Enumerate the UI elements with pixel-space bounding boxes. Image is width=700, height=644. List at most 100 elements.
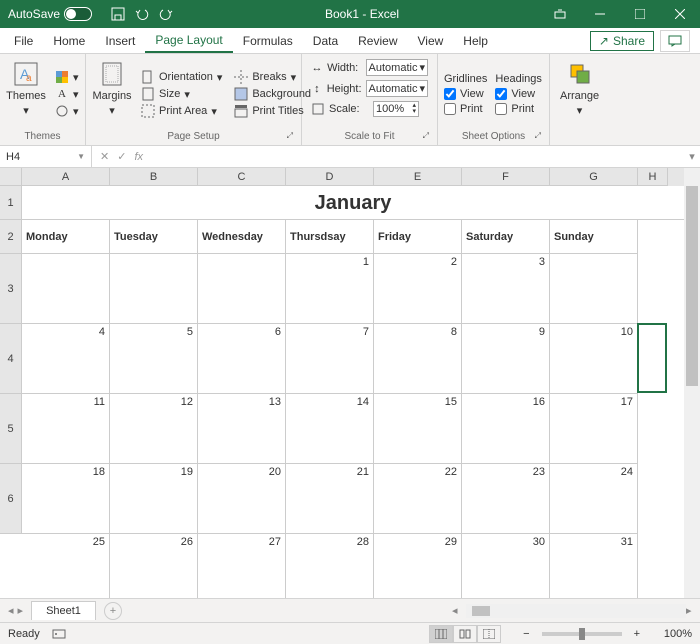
normal-view-icon[interactable] bbox=[429, 625, 453, 643]
calendar-cell[interactable] bbox=[110, 254, 198, 324]
orientation-button[interactable]: Orientation ▾ bbox=[138, 69, 225, 85]
tab-review[interactable]: Review bbox=[348, 30, 407, 52]
dialog-launcher-icon[interactable]: ⤢ bbox=[287, 131, 293, 141]
sheet-next-icon[interactable]: ▸ bbox=[18, 604, 24, 617]
row-header[interactable]: 3 bbox=[0, 254, 22, 324]
autosave-toggle[interactable]: AutoSave bbox=[0, 7, 100, 21]
margins-button[interactable]: Margins▾ bbox=[92, 58, 132, 130]
calendar-cell[interactable]: 1 bbox=[286, 254, 374, 324]
calendar-cell[interactable]: 8 bbox=[374, 324, 462, 394]
calendar-cell[interactable]: 18 bbox=[22, 464, 110, 534]
calendar-cell[interactable]: 17 bbox=[550, 394, 638, 464]
tab-formulas[interactable]: Formulas bbox=[233, 30, 303, 52]
calendar-cell[interactable]: 7 bbox=[286, 324, 374, 394]
row-header[interactable]: 1 bbox=[0, 186, 22, 220]
scrollbar-thumb[interactable] bbox=[686, 186, 698, 386]
hscroll-left-icon[interactable]: ◂ bbox=[452, 604, 466, 617]
calendar-cell[interactable]: 31 bbox=[550, 534, 638, 598]
column-headers[interactable]: ABCDEFGH bbox=[22, 168, 684, 186]
calendar-cell[interactable]: 24 bbox=[550, 464, 638, 534]
enter-icon[interactable]: ✓ bbox=[117, 150, 126, 163]
cancel-icon[interactable]: ✕ bbox=[100, 150, 109, 163]
print-area-button[interactable]: Print Area ▾ bbox=[138, 103, 225, 119]
gridlines-view-check[interactable]: View bbox=[444, 88, 487, 100]
redo-icon[interactable] bbox=[158, 6, 174, 22]
spreadsheet-grid[interactable]: ABCDEFGH 123456 January MondayTuesdayWed… bbox=[0, 168, 700, 598]
column-header[interactable]: H bbox=[638, 168, 668, 186]
calendar-cell[interactable]: 5 bbox=[110, 324, 198, 394]
calendar-cell[interactable]: 11 bbox=[22, 394, 110, 464]
themes-button[interactable]: Aa Themes ▾ bbox=[6, 58, 46, 130]
row-header[interactable]: 6 bbox=[0, 464, 22, 534]
calendar-cell[interactable]: 23 bbox=[462, 464, 550, 534]
undo-icon[interactable] bbox=[134, 6, 150, 22]
row-header[interactable]: 5 bbox=[0, 394, 22, 464]
hscroll-right-icon[interactable]: ▸ bbox=[686, 604, 700, 617]
column-header[interactable]: E bbox=[374, 168, 462, 186]
select-all-corner[interactable] bbox=[0, 168, 22, 186]
zoom-level[interactable]: 100% bbox=[652, 628, 692, 640]
gridlines-print-check[interactable]: Print bbox=[444, 103, 487, 115]
colors-button[interactable]: ▾ bbox=[52, 69, 82, 85]
arrange-button[interactable]: Arrange▾ bbox=[556, 58, 603, 141]
calendar-cell[interactable]: 25 bbox=[22, 534, 110, 598]
column-header[interactable]: G bbox=[550, 168, 638, 186]
scrollbar-thumb[interactable] bbox=[472, 606, 490, 616]
calendar-cell[interactable] bbox=[22, 254, 110, 324]
tab-page-layout[interactable]: Page Layout bbox=[145, 29, 232, 53]
macro-record-icon[interactable] bbox=[52, 627, 66, 641]
fx-icon[interactable]: fx bbox=[134, 151, 143, 163]
maximize-icon[interactable] bbox=[620, 0, 660, 28]
tab-help[interactable]: Help bbox=[453, 30, 498, 52]
sheet-tab[interactable]: Sheet1 bbox=[31, 601, 96, 620]
ribbon-display-icon[interactable] bbox=[540, 0, 580, 28]
width-combo[interactable]: Automatic ▾ bbox=[366, 59, 428, 76]
row-headers[interactable]: 123456 bbox=[0, 186, 22, 534]
column-header[interactable]: A bbox=[22, 168, 110, 186]
row-header[interactable]: 4 bbox=[0, 324, 22, 394]
name-box[interactable]: H4▼ bbox=[0, 146, 92, 167]
calendar-cell[interactable]: 21 bbox=[286, 464, 374, 534]
page-break-view-icon[interactable] bbox=[477, 625, 501, 643]
calendar-cell[interactable]: 2 bbox=[374, 254, 462, 324]
tab-view[interactable]: View bbox=[408, 30, 454, 52]
calendar-cell[interactable]: 12 bbox=[110, 394, 198, 464]
calendar-cell[interactable]: 19 bbox=[110, 464, 198, 534]
fonts-button[interactable]: A▾ bbox=[52, 86, 82, 102]
calendar-cell[interactable]: 13 bbox=[198, 394, 286, 464]
share-button[interactable]: ↗ Share bbox=[590, 31, 654, 51]
calendar-cell[interactable]: 22 bbox=[374, 464, 462, 534]
add-sheet-button[interactable]: + bbox=[104, 602, 122, 620]
page-layout-view-icon[interactable] bbox=[453, 625, 477, 643]
column-header[interactable]: F bbox=[462, 168, 550, 186]
tab-data[interactable]: Data bbox=[303, 30, 348, 52]
calendar-cell[interactable]: 16 bbox=[462, 394, 550, 464]
scale-spinner[interactable]: 100%▴▾ bbox=[373, 101, 419, 117]
save-icon[interactable] bbox=[110, 6, 126, 22]
column-header[interactable]: B bbox=[110, 168, 198, 186]
height-combo[interactable]: Automatic ▾ bbox=[366, 80, 428, 97]
tab-insert[interactable]: Insert bbox=[95, 30, 145, 52]
row-header[interactable]: 2 bbox=[0, 220, 22, 254]
zoom-slider[interactable] bbox=[542, 632, 622, 636]
column-header[interactable]: C bbox=[198, 168, 286, 186]
headings-view-check[interactable]: View bbox=[495, 88, 541, 100]
dialog-launcher-icon[interactable]: ⤢ bbox=[535, 131, 541, 141]
zoom-in-icon[interactable]: + bbox=[634, 628, 640, 640]
calendar-cell[interactable]: 28 bbox=[286, 534, 374, 598]
calendar-cell[interactable]: 29 bbox=[374, 534, 462, 598]
calendar-cell[interactable]: 15 bbox=[374, 394, 462, 464]
zoom-thumb[interactable] bbox=[579, 628, 585, 640]
calendar-cell[interactable]: 26 bbox=[110, 534, 198, 598]
calendar-cell[interactable]: 3 bbox=[462, 254, 550, 324]
calendar-cell[interactable]: 14 bbox=[286, 394, 374, 464]
close-icon[interactable] bbox=[660, 0, 700, 28]
zoom-out-icon[interactable]: − bbox=[523, 628, 529, 640]
tab-home[interactable]: Home bbox=[43, 30, 95, 52]
horizontal-scrollbar[interactable] bbox=[466, 604, 686, 618]
calendar-cell[interactable]: 10 bbox=[550, 324, 638, 394]
cells-area[interactable]: January MondayTuesdayWednesdayThursdsayF… bbox=[22, 186, 700, 598]
tab-file[interactable]: File bbox=[4, 30, 43, 52]
formula-input[interactable] bbox=[151, 146, 684, 167]
effects-button[interactable]: ▾ bbox=[52, 103, 82, 119]
